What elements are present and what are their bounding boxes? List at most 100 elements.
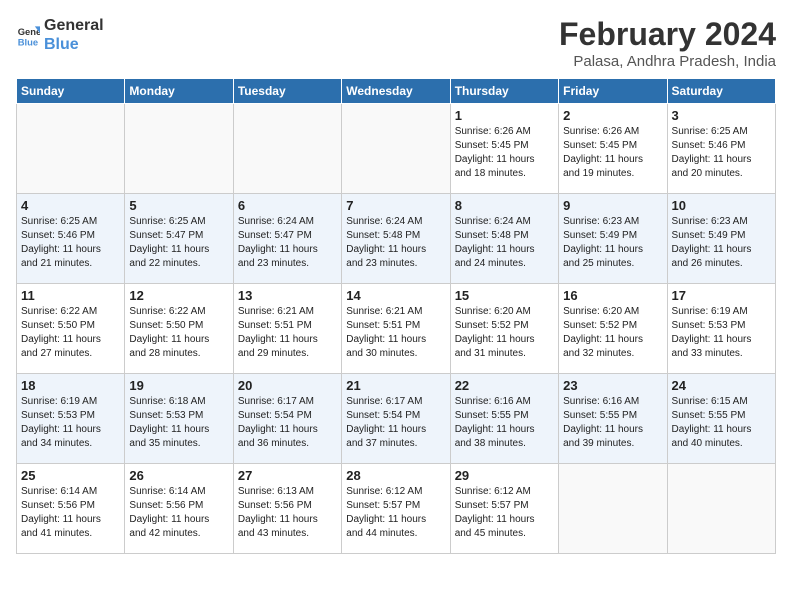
day-number: 15	[455, 288, 554, 303]
day-info: Sunrise: 6:25 AM Sunset: 5:46 PM Dayligh…	[672, 125, 771, 181]
day-number: 28	[346, 468, 445, 483]
calendar-week-row: 25 Sunrise: 6:14 AM Sunset: 5:56 PM Dayli…	[17, 464, 776, 554]
day-info: Sunrise: 6:24 AM Sunset: 5:48 PM Dayligh…	[346, 215, 445, 271]
svg-text:Blue: Blue	[18, 36, 38, 47]
weekday-header: Saturday	[667, 79, 775, 104]
calendar-cell	[233, 104, 341, 194]
calendar-cell: 16 Sunrise: 6:20 AM Sunset: 5:52 PM Dayli…	[559, 284, 667, 374]
calendar-cell: 4 Sunrise: 6:25 AM Sunset: 5:46 PM Daylig…	[17, 194, 125, 284]
logo: General Blue General Blue	[16, 16, 104, 54]
day-info: Sunrise: 6:12 AM Sunset: 5:57 PM Dayligh…	[455, 485, 554, 541]
day-info: Sunrise: 6:16 AM Sunset: 5:55 PM Dayligh…	[563, 395, 662, 451]
page-header: General Blue General Blue February 2024 …	[16, 16, 776, 70]
calendar-cell: 29 Sunrise: 6:12 AM Sunset: 5:57 PM Dayli…	[450, 464, 558, 554]
calendar-week-row: 18 Sunrise: 6:19 AM Sunset: 5:53 PM Dayli…	[17, 374, 776, 464]
calendar-cell: 15 Sunrise: 6:20 AM Sunset: 5:52 PM Dayli…	[450, 284, 558, 374]
day-number: 17	[672, 288, 771, 303]
location-text: Palasa, Andhra Pradesh, India	[559, 53, 776, 70]
calendar-week-row: 1 Sunrise: 6:26 AM Sunset: 5:45 PM Daylig…	[17, 104, 776, 194]
day-info: Sunrise: 6:15 AM Sunset: 5:55 PM Dayligh…	[672, 395, 771, 451]
calendar-cell: 21Sunrise: 6:17 AM Sunset: 5:54 PM Dayli…	[342, 374, 450, 464]
calendar-cell: 24 Sunrise: 6:15 AM Sunset: 5:55 PM Dayli…	[667, 374, 775, 464]
day-number: 27	[238, 468, 337, 483]
day-number: 29	[455, 468, 554, 483]
day-number: 7	[346, 198, 445, 213]
day-number: 23	[563, 378, 662, 393]
day-number: 5	[129, 198, 228, 213]
calendar-cell: 8 Sunrise: 6:24 AM Sunset: 5:48 PM Daylig…	[450, 194, 558, 284]
day-number: 4	[21, 198, 120, 213]
calendar-cell: 1 Sunrise: 6:26 AM Sunset: 5:45 PM Daylig…	[450, 104, 558, 194]
weekday-header: Tuesday	[233, 79, 341, 104]
day-number: 9	[563, 198, 662, 213]
day-number: 10	[672, 198, 771, 213]
day-number: 22	[455, 378, 554, 393]
calendar-cell: 22 Sunrise: 6:16 AM Sunset: 5:55 PM Dayli…	[450, 374, 558, 464]
day-number: 8	[455, 198, 554, 213]
day-info: Sunrise: 6:17 AM Sunset: 5:54 PM Dayligh…	[238, 395, 337, 451]
day-info: Sunrise: 6:14 AM Sunset: 5:56 PM Dayligh…	[129, 485, 228, 541]
day-info: Sunrise: 6:13 AM Sunset: 5:56 PM Dayligh…	[238, 485, 337, 541]
day-info: Sunrise: 6:19 AM Sunset: 5:53 PM Dayligh…	[672, 305, 771, 361]
calendar-cell	[125, 104, 233, 194]
day-info: Sunrise: 6:21 AM Sunset: 5:51 PM Dayligh…	[238, 305, 337, 361]
day-info: Sunrise: 6:26 AM Sunset: 5:45 PM Dayligh…	[563, 125, 662, 181]
calendar-cell: 27 Sunrise: 6:13 AM Sunset: 5:56 PM Dayli…	[233, 464, 341, 554]
day-number: 11	[21, 288, 120, 303]
day-info: Sunrise: 6:18 AM Sunset: 5:53 PM Dayligh…	[129, 395, 228, 451]
logo-icon: General Blue	[16, 23, 40, 47]
calendar-cell: 26Sunrise: 6:14 AM Sunset: 5:56 PM Dayli…	[125, 464, 233, 554]
day-info: Sunrise: 6:23 AM Sunset: 5:49 PM Dayligh…	[563, 215, 662, 271]
day-number: 3	[672, 108, 771, 123]
title-block: February 2024 Palasa, Andhra Pradesh, In…	[559, 16, 776, 70]
calendar-cell: 7 Sunrise: 6:24 AM Sunset: 5:48 PM Daylig…	[342, 194, 450, 284]
logo-general: General	[44, 16, 104, 35]
day-info: Sunrise: 6:25 AM Sunset: 5:47 PM Dayligh…	[129, 215, 228, 271]
day-number: 21	[346, 378, 445, 393]
day-number: 2	[563, 108, 662, 123]
weekday-header: Wednesday	[342, 79, 450, 104]
calendar-cell: 20 Sunrise: 6:17 AM Sunset: 5:54 PM Dayli…	[233, 374, 341, 464]
calendar-cell	[667, 464, 775, 554]
day-number: 25	[21, 468, 120, 483]
calendar-cell: 19Sunrise: 6:18 AM Sunset: 5:53 PM Dayli…	[125, 374, 233, 464]
day-number: 13	[238, 288, 337, 303]
day-info: Sunrise: 6:24 AM Sunset: 5:48 PM Dayligh…	[455, 215, 554, 271]
calendar-cell: 28Sunrise: 6:12 AM Sunset: 5:57 PM Dayli…	[342, 464, 450, 554]
day-info: Sunrise: 6:21 AM Sunset: 5:51 PM Dayligh…	[346, 305, 445, 361]
day-number: 16	[563, 288, 662, 303]
day-number: 12	[129, 288, 228, 303]
calendar-week-row: 4 Sunrise: 6:25 AM Sunset: 5:46 PM Daylig…	[17, 194, 776, 284]
day-info: Sunrise: 6:16 AM Sunset: 5:55 PM Dayligh…	[455, 395, 554, 451]
calendar-cell: 14Sunrise: 6:21 AM Sunset: 5:51 PM Dayli…	[342, 284, 450, 374]
calendar-cell: 2 Sunrise: 6:26 AM Sunset: 5:45 PM Daylig…	[559, 104, 667, 194]
weekday-header: Sunday	[17, 79, 125, 104]
day-info: Sunrise: 6:25 AM Sunset: 5:46 PM Dayligh…	[21, 215, 120, 271]
calendar-cell	[342, 104, 450, 194]
day-info: Sunrise: 6:20 AM Sunset: 5:52 PM Dayligh…	[563, 305, 662, 361]
calendar-cell: 13 Sunrise: 6:21 AM Sunset: 5:51 PM Dayli…	[233, 284, 341, 374]
day-number: 20	[238, 378, 337, 393]
calendar-cell	[17, 104, 125, 194]
day-info: Sunrise: 6:23 AM Sunset: 5:49 PM Dayligh…	[672, 215, 771, 271]
day-info: Sunrise: 6:20 AM Sunset: 5:52 PM Dayligh…	[455, 305, 554, 361]
calendar-cell	[559, 464, 667, 554]
calendar-cell: 6Sunrise: 6:24 AM Sunset: 5:47 PM Daylig…	[233, 194, 341, 284]
day-number: 1	[455, 108, 554, 123]
calendar-cell: 17 Sunrise: 6:19 AM Sunset: 5:53 PM Dayli…	[667, 284, 775, 374]
day-info: Sunrise: 6:26 AM Sunset: 5:45 PM Dayligh…	[455, 125, 554, 181]
calendar-cell: 12 Sunrise: 6:22 AM Sunset: 5:50 PM Dayli…	[125, 284, 233, 374]
day-number: 18	[21, 378, 120, 393]
calendar-cell: 3 Sunrise: 6:25 AM Sunset: 5:46 PM Daylig…	[667, 104, 775, 194]
calendar-cell: 23 Sunrise: 6:16 AM Sunset: 5:55 PM Dayli…	[559, 374, 667, 464]
calendar-cell: 18 Sunrise: 6:19 AM Sunset: 5:53 PM Dayli…	[17, 374, 125, 464]
day-info: Sunrise: 6:19 AM Sunset: 5:53 PM Dayligh…	[21, 395, 120, 451]
calendar-week-row: 11 Sunrise: 6:22 AM Sunset: 5:50 PM Dayli…	[17, 284, 776, 374]
calendar-cell: 9 Sunrise: 6:23 AM Sunset: 5:49 PM Daylig…	[559, 194, 667, 284]
calendar-cell: 11 Sunrise: 6:22 AM Sunset: 5:50 PM Dayli…	[17, 284, 125, 374]
calendar-cell: 25Sunrise: 6:14 AM Sunset: 5:56 PM Dayli…	[17, 464, 125, 554]
day-info: Sunrise: 6:22 AM Sunset: 5:50 PM Dayligh…	[21, 305, 120, 361]
day-info: Sunrise: 6:22 AM Sunset: 5:50 PM Dayligh…	[129, 305, 228, 361]
day-number: 24	[672, 378, 771, 393]
calendar-cell: 5 Sunrise: 6:25 AM Sunset: 5:47 PM Daylig…	[125, 194, 233, 284]
